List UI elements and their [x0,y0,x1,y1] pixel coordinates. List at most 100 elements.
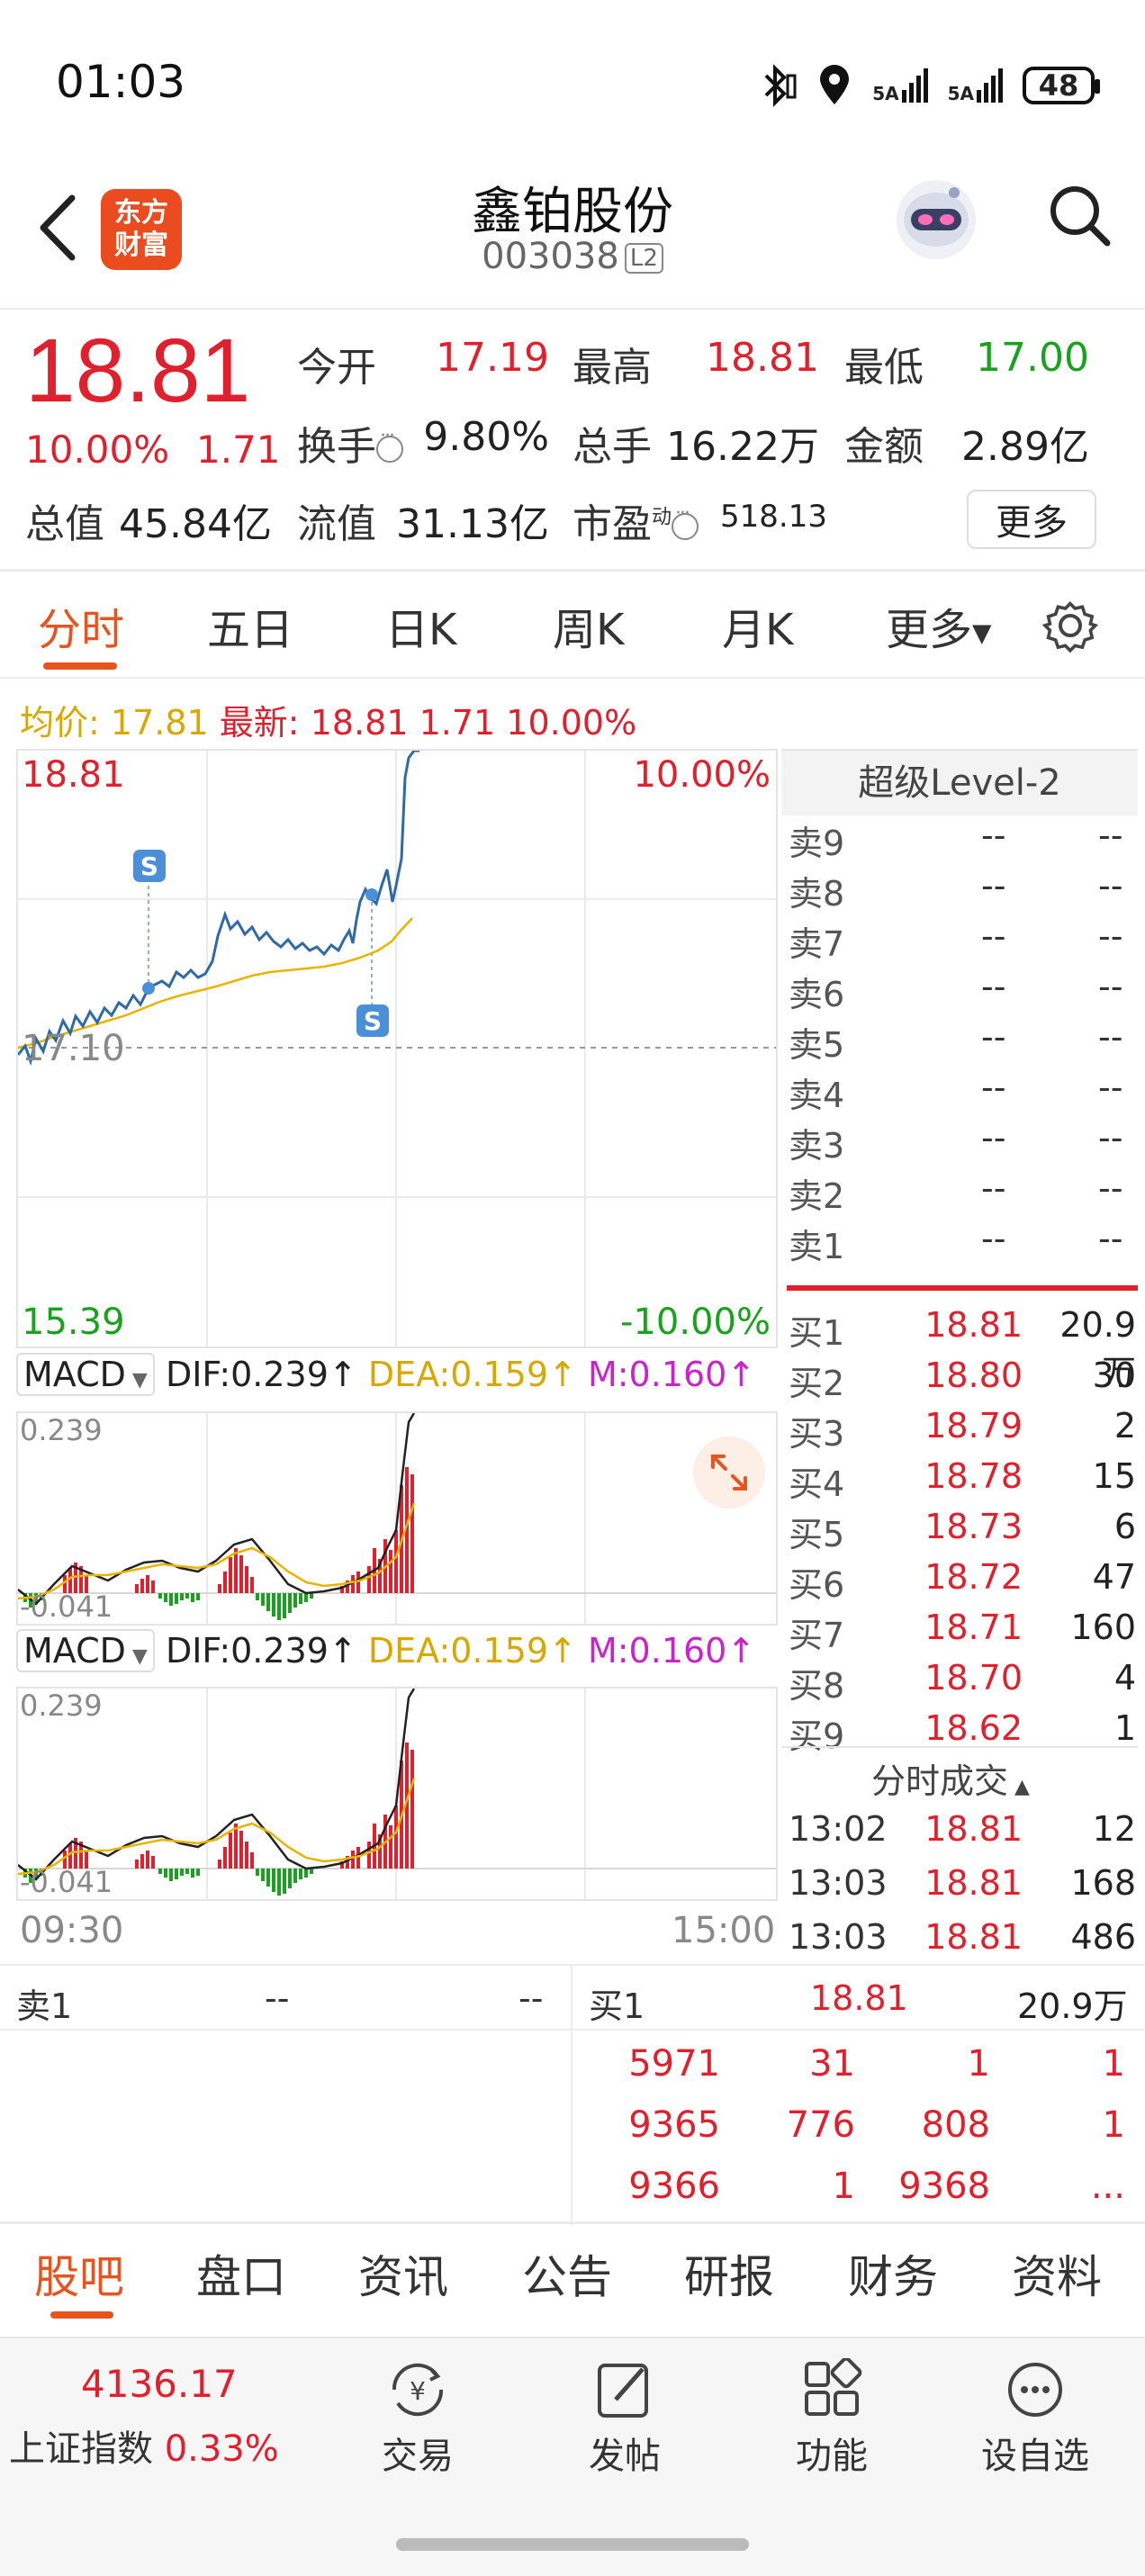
y-axis-top-pct: 10.00% [633,754,771,796]
active-tab-indicator [43,662,117,670]
tick-price: 18.81 [924,1809,1023,1849]
current-price: 18.81 [25,320,251,421]
queue-cell: ... [1090,2166,1125,2207]
nav-post[interactable]: 发帖 [553,2358,697,2479]
settings-gear-icon[interactable] [1042,598,1098,653]
bid-price: 18.62 [924,1708,1023,1748]
tick-volume: 168 [1070,1863,1136,1903]
tab-guba[interactable]: 股吧 [34,2241,124,2306]
tab-finance[interactable]: 财务 [848,2241,938,2306]
pe-info-icon[interactable] [672,502,699,540]
nav-functions[interactable]: 功能 [760,2358,904,2479]
index-name-row[interactable]: 上证指数 0.33% [9,2419,279,2472]
tab-research[interactable]: 研报 [684,2241,774,2306]
pe-value: 518.13 [720,499,827,535]
tab-daily-k[interactable]: 日K [385,594,456,657]
tab-announcements[interactable]: 公告 [522,2241,612,2306]
high-label: 最高 [572,345,652,391]
signal-1-label: 5A [872,83,899,104]
expand-icon[interactable] [693,1437,765,1509]
bid-label: 买9 [789,1716,845,1756]
macd-2-chart [18,1689,776,1899]
tab-monthly-k[interactable]: 月K [722,594,793,657]
macd-2-m: M:0.160 [587,1631,727,1671]
ask-price: -- [981,1118,1006,1157]
queue-cell: 9366 [628,2166,720,2207]
ask-label: 卖9 [789,824,845,863]
signal-2-icon: 5A [948,68,1003,103]
volume-label: 总手 [572,424,652,470]
macd-2-dropdown-icon: ▼ [125,1645,148,1668]
turnover-label: 换手 [297,414,403,472]
intraday-chart-panel[interactable]: S S 18.81 10.00% 17.10 15.39 -10.00% [16,749,778,1348]
robot-assistant-icon[interactable] [891,175,981,265]
tab-news[interactable]: 资讯 [358,2241,448,2306]
tab-weekly-k[interactable]: 周K [553,594,624,657]
macd-1-bottom: -0.041 [20,1590,113,1624]
queue-cell: 5971 [628,2043,720,2085]
ask-volume: -- [1098,1168,1123,1208]
bid-label: 买6 [789,1565,845,1605]
search-icon[interactable] [1044,180,1116,252]
index-pct: 0.33% [164,2428,279,2470]
float-value: 31.13亿 [396,501,549,547]
tab-pankou[interactable]: 盘口 [196,2241,286,2306]
bid-volume: 47 [1092,1557,1136,1597]
bluetooth-icon [764,64,797,107]
latest-label: 最新: [219,703,300,743]
amount-label: 金额 [844,424,924,470]
sell-marker-2[interactable]: S [356,1004,389,1037]
ticks-title[interactable]: 分时成交 ▲ [871,1753,1030,1803]
bid-volume: 160 [1070,1608,1136,1647]
pe-label: 市盈动 [572,491,699,549]
info-icon[interactable] [376,425,403,463]
nav-add-watchlist[interactable]: 设自选 [963,2358,1107,2479]
bid-label: 买5 [789,1515,845,1554]
tab-profile[interactable]: 资料 [1012,2241,1102,2306]
tab-intraday[interactable]: 分时 [38,594,124,657]
sell-marker-1[interactable]: S [133,850,166,882]
tick-price: 18.81 [924,1917,1023,1957]
location-icon [820,65,850,104]
macd-2-panel[interactable]: 0.239 -0.041 [16,1687,778,1901]
macd-2-dea: DEA:0.159 [367,1631,549,1671]
macd-1-panel[interactable]: 0.239 -0.041 [16,1411,778,1626]
bid-price: 18.72 [924,1557,1023,1597]
ask-volume: -- [1098,1017,1123,1057]
intraday-info-line: 均价: 17.81 最新: 18.81 1.71 10.00% [20,695,636,744]
low-value: 17.00 [976,335,1089,381]
bid-label: 买4 [789,1464,845,1504]
y-axis-mid: 17.10 [22,1028,125,1069]
queue-sell-vol: -- [518,1978,544,2018]
orderbook-title-bar[interactable]: 超级Level-2 [781,751,1138,815]
ask-label: 卖1 [789,1227,845,1266]
x-axis-end: 15:00 [672,1910,776,1951]
ask-volume: -- [1098,967,1123,1006]
bid-price: 18.81 [924,1305,1023,1345]
bid-price: 18.70 [924,1658,1023,1698]
queue-cell: 776 [786,2104,855,2146]
battery-level: 48 [1038,68,1079,103]
index-value[interactable]: 4136.17 [81,2362,238,2406]
bid-price: 18.80 [924,1356,1023,1395]
bid-volume: 6 [1113,1507,1136,1546]
more-button[interactable]: 更多 [967,490,1096,549]
tab-more[interactable]: 更多▼ [886,594,992,657]
ask-volume: -- [1098,916,1123,956]
queue-cell: 9368 [898,2166,990,2207]
y-axis-bottom-pct: -10.00% [620,1302,771,1343]
bid-volume: 1 [1113,1708,1136,1748]
tick-time: 13:02 [789,1809,888,1849]
tab-five-day[interactable]: 五日 [207,594,293,657]
up-arrow-icon: ↑ [726,1355,756,1394]
latest-percent: 10.00% [506,703,637,743]
amount-value: 2.89亿 [961,424,1089,470]
avg-label: 均价: [20,703,100,743]
ask-label: 卖8 [789,874,845,914]
macd-2-selector[interactable]: MACD ▼ [16,1629,155,1672]
nav-trade[interactable]: ¥ 交易 [346,2358,490,2479]
latest-value: 18.81 [310,703,409,743]
bid-label: 买7 [789,1616,845,1655]
macd-1-selector[interactable]: MACD ▼ [16,1353,155,1396]
quote-divider [0,569,1145,572]
